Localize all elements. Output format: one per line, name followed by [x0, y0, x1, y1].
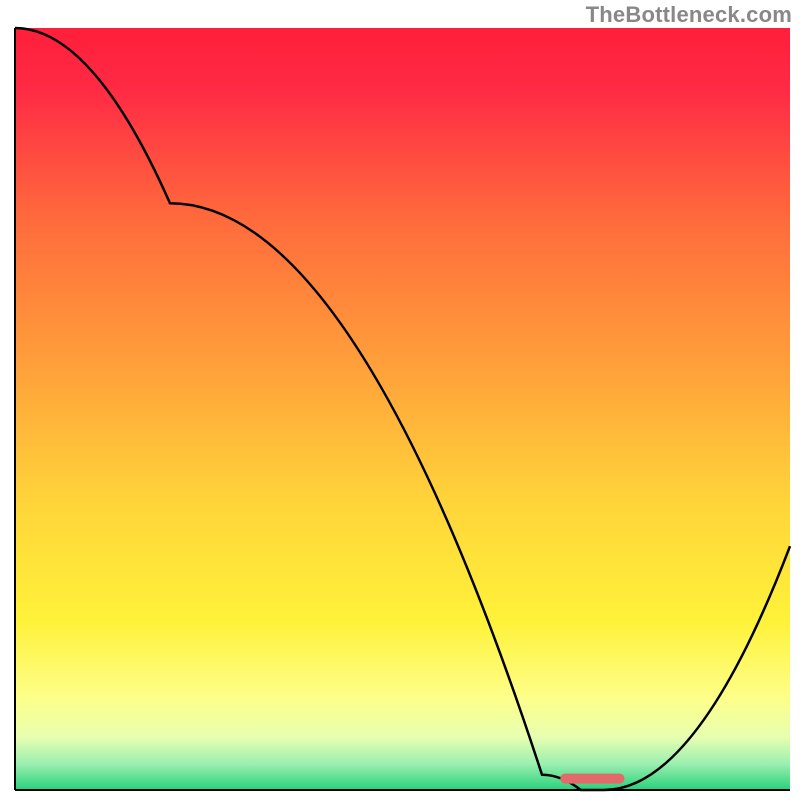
watermark-text: TheBottleneck.com — [586, 2, 792, 28]
bottleneck-chart — [0, 0, 800, 800]
chart-container: TheBottleneck.com — [0, 0, 800, 800]
plot-background — [15, 28, 790, 790]
